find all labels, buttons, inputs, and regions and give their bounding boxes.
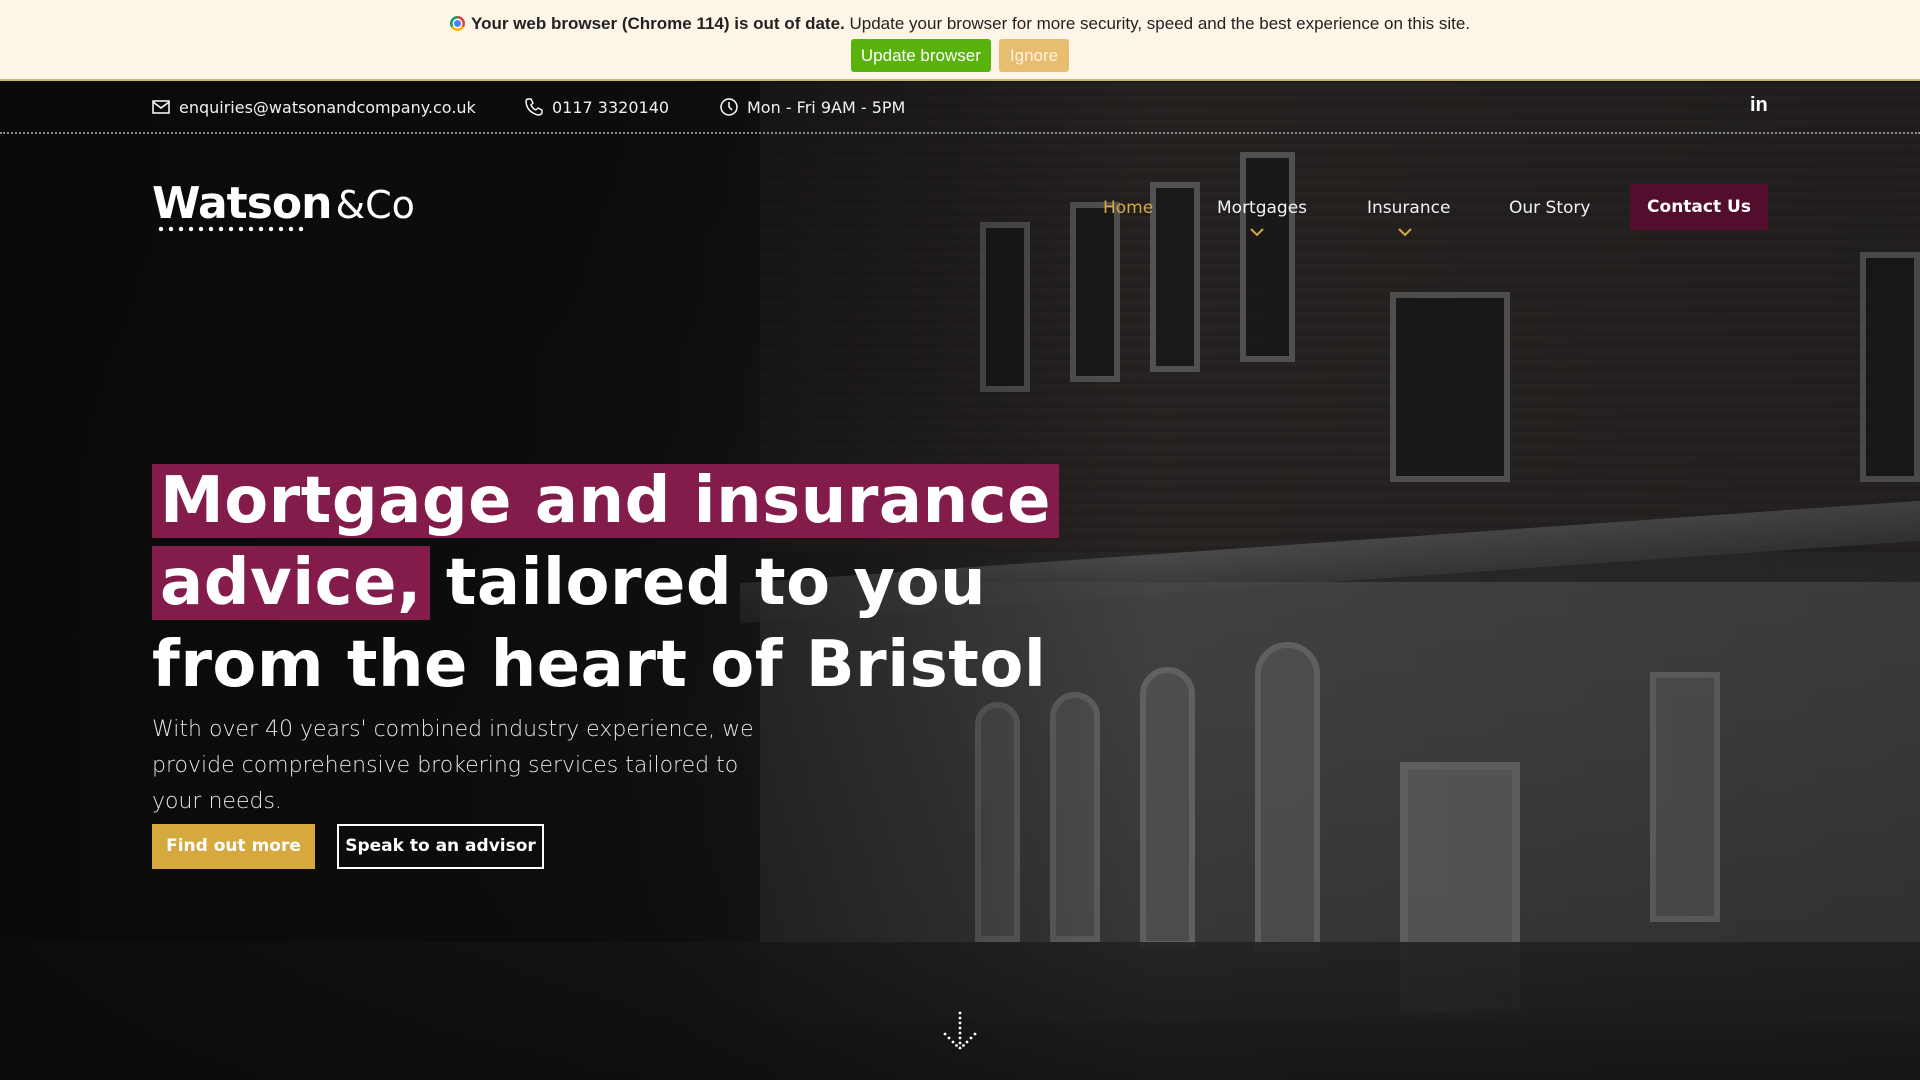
headline-text-2: tailored to you <box>445 546 987 620</box>
hero-headline: Mortgage and insurance advice, tailored t… <box>152 460 1059 706</box>
clock-icon <box>720 98 738 116</box>
contact-us-button[interactable]: Contact Us <box>1630 184 1768 230</box>
chevron-down-icon[interactable] <box>1397 222 1413 237</box>
phone-icon <box>525 98 543 116</box>
arrow-down-icon[interactable] <box>941 1010 979 1052</box>
logo-suffix: &Co <box>335 183 415 227</box>
site-logo[interactable]: Watson &Co <box>152 178 415 232</box>
headline-highlight-1: Mortgage and insurance <box>152 464 1059 538</box>
banner-text: Update your browser for more security, s… <box>844 14 1470 33</box>
logo-wordmark: Watson <box>152 178 332 229</box>
banner-bold-text: Your web browser (Chrome 114) is out of … <box>471 14 845 33</box>
contact-bar: enquiries@watsonandcompany.co.uk 0117 33… <box>0 82 1920 134</box>
linkedin-icon[interactable]: in <box>1750 94 1768 117</box>
nav-item-home[interactable]: Home <box>1103 198 1153 218</box>
speak-to-advisor-button[interactable]: Speak to an advisor <box>337 824 544 869</box>
phone-text: 0117 3320140 <box>552 97 670 117</box>
find-out-more-button[interactable]: Find out more <box>152 824 315 869</box>
chrome-icon <box>450 16 465 31</box>
chevron-down-icon[interactable] <box>1249 222 1265 237</box>
nav-item-our-story[interactable]: Our Story <box>1509 198 1590 218</box>
phone-link[interactable]: 0117 3320140 <box>524 97 669 117</box>
hero-subtext: With over 40 years' combined industry ex… <box>152 717 754 814</box>
outdated-browser-banner: Your web browser (Chrome 114) is out of … <box>0 0 1920 81</box>
headline-text-3: from the heart of Bristol <box>152 628 1047 702</box>
ignore-button[interactable]: Ignore <box>998 39 1070 72</box>
nav-item-insurance[interactable]: Insurance <box>1367 198 1450 218</box>
logo-dots <box>156 226 306 232</box>
hours-text: Mon - Fri 9AM - 5PM <box>747 97 906 117</box>
update-browser-button[interactable]: Update browser <box>850 39 991 72</box>
nav-item-mortgages[interactable]: Mortgages <box>1217 198 1307 218</box>
banner-message: Your web browser (Chrome 114) is out of … <box>0 14 1920 34</box>
mail-icon <box>152 100 170 114</box>
headline-highlight-2: advice, <box>152 546 430 620</box>
email-text: enquiries@watsonandcompany.co.uk <box>179 97 476 117</box>
email-link[interactable]: enquiries@watsonandcompany.co.uk <box>151 97 476 117</box>
opening-hours: Mon - Fri 9AM - 5PM <box>719 97 905 117</box>
